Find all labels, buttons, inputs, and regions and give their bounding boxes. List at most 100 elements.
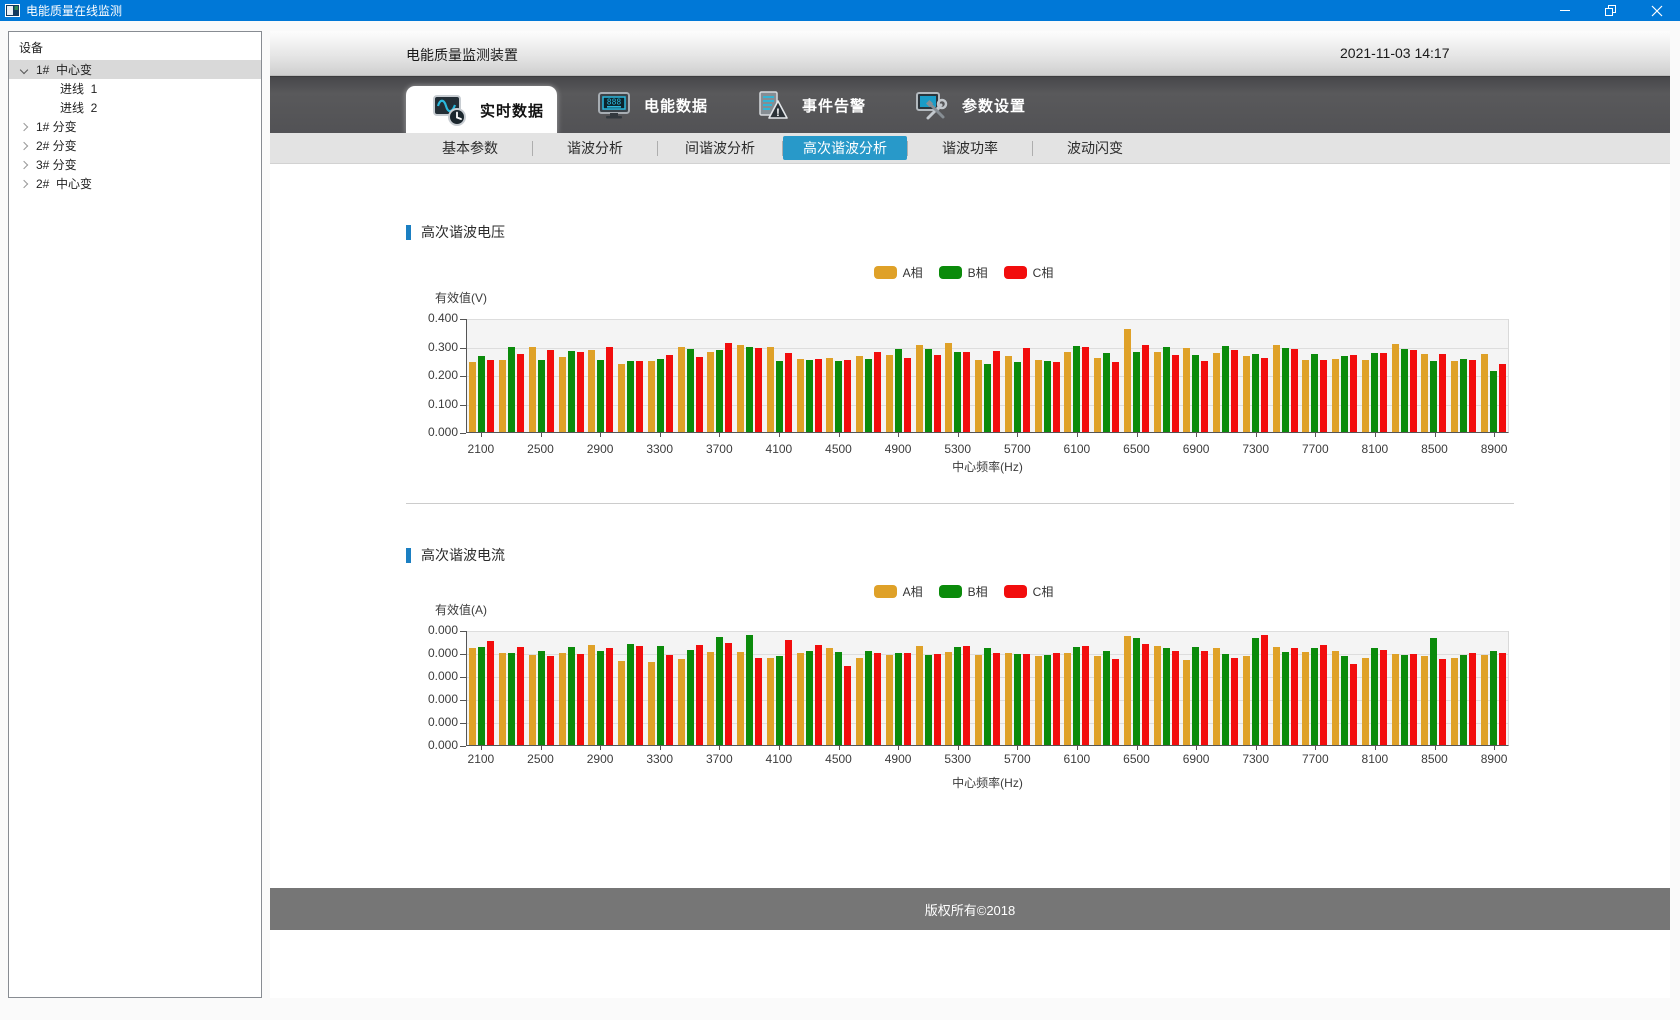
bar-phase-a [1213, 353, 1220, 432]
tree-item[interactable]: 3# 分变 [9, 155, 261, 174]
bar-phase-c [636, 361, 643, 432]
subtab-1[interactable]: 基本参数 [408, 136, 532, 160]
bar-group [973, 319, 1003, 432]
close-button[interactable] [1634, 0, 1680, 21]
bar-phase-b [597, 360, 604, 432]
tree-item[interactable]: 进线 1 [9, 79, 261, 98]
x-tick-mark [1256, 746, 1257, 750]
bar-group [1479, 631, 1509, 745]
subtab-4[interactable]: 高次谐波分析 [783, 136, 907, 160]
tree-item[interactable]: 1# 分变 [9, 117, 261, 136]
tree-item-label: 进线 1 [60, 80, 97, 97]
bar-group [854, 319, 884, 432]
bar-group [1003, 319, 1033, 432]
bar-phase-b [1341, 356, 1348, 432]
bar-phase-a [1243, 656, 1250, 745]
restore-button[interactable] [1588, 0, 1634, 21]
bar-phase-b [716, 637, 723, 745]
bar-phase-c [815, 645, 822, 745]
main-tab-1[interactable]: 实时数据 [406, 86, 557, 134]
bar-phase-c [963, 352, 970, 432]
bar-phase-b [1341, 656, 1348, 745]
chevron-down-icon[interactable] [20, 65, 28, 73]
bar-phase-a [1035, 656, 1042, 745]
x-tick-mark [1256, 433, 1257, 437]
bar-phase-a [648, 361, 655, 432]
bar-phase-b [1133, 352, 1140, 432]
bar-phase-a [916, 345, 923, 432]
bar-phase-a [1124, 329, 1131, 432]
x-tick-mark [541, 433, 542, 437]
bar-phase-b [1252, 354, 1259, 432]
chevron-right-icon[interactable] [20, 122, 28, 130]
bar-phase-b [954, 352, 961, 432]
bar-phase-b [1430, 638, 1437, 745]
x-tick-mark [600, 433, 601, 437]
chevron-right-icon[interactable] [20, 179, 28, 187]
x-tick-mark [481, 746, 482, 750]
bar-phase-a [1392, 344, 1399, 432]
bar-phase-b [1460, 655, 1467, 745]
tree-item[interactable]: 1# 中心变 [9, 60, 261, 79]
legend-swatch [874, 266, 897, 279]
x-tick-mark [1017, 746, 1018, 750]
bar-phase-b [1282, 652, 1289, 745]
x-tick-mark [660, 433, 661, 437]
main-tab-2[interactable]: 888电能数据 [570, 77, 708, 134]
bar-phase-b [627, 361, 634, 432]
title-bar: 电能质量在线监测 [0, 0, 1680, 21]
bar-phase-b [1014, 362, 1021, 432]
bar-phase-a [1183, 660, 1190, 745]
subtab-3[interactable]: 间谐波分析 [658, 136, 782, 160]
bar-phase-a [767, 347, 774, 432]
bar-phase-a [1481, 354, 1488, 432]
subtab-6[interactable]: 波动闪变 [1033, 136, 1157, 160]
bar-phase-a [1064, 352, 1071, 432]
bar-phase-a [618, 661, 625, 745]
subtab-5[interactable]: 谐波功率 [908, 136, 1032, 160]
legend-swatch [939, 585, 962, 598]
bar-phase-a [1362, 360, 1369, 432]
bar-phase-c [487, 641, 494, 745]
main-tab-4[interactable]: 参数设置 [888, 77, 1026, 134]
bar-group [705, 319, 735, 432]
chevron-right-icon[interactable] [20, 160, 28, 168]
bar-group [765, 631, 795, 745]
section-title-text: 高次谐波电压 [421, 222, 505, 242]
legend-label: A相 [903, 264, 923, 281]
bar-group [913, 319, 943, 432]
bar-phase-c [1142, 644, 1149, 745]
main-tab-label: 参数设置 [962, 95, 1026, 116]
bar-phase-c [1082, 347, 1089, 432]
section-marker-icon [406, 225, 411, 240]
device-panel: 设备 1# 中心变进线 1进线 21# 分变2# 分变3# 分变2# 中心变 [8, 31, 262, 998]
x-tick-mark [1017, 433, 1018, 437]
bar-group [765, 319, 795, 432]
legend-item: C相 [1004, 264, 1054, 281]
minimize-button[interactable] [1542, 0, 1588, 21]
bar-phase-c [874, 352, 881, 432]
y-tick-label: 0.000 [388, 692, 458, 706]
tree-item[interactable]: 进线 2 [9, 98, 261, 117]
legend-swatch [1004, 585, 1027, 598]
bar-phase-b [1371, 648, 1378, 745]
main-tab-label: 实时数据 [480, 100, 544, 121]
bar-phase-c [1469, 653, 1476, 745]
main-tab-label: 事件告警 [802, 95, 866, 116]
bar-phase-c [606, 648, 613, 745]
chevron-right-icon[interactable] [20, 141, 28, 149]
y-tick-mark [460, 746, 466, 747]
bar-phase-b [925, 349, 932, 432]
bar-phase-b [1460, 359, 1467, 432]
bar-phase-c [725, 643, 732, 745]
main-tab-3[interactable]: !事件告警 [728, 77, 866, 134]
restore-icon [1605, 5, 1617, 17]
x-tick-mark [1375, 746, 1376, 750]
bar-phase-a [1124, 636, 1131, 745]
tree-item-label: 进线 2 [60, 99, 97, 116]
bar-phase-c [1291, 349, 1298, 432]
tree-item[interactable]: 2# 分变 [9, 136, 261, 155]
tree-item[interactable]: 2# 中心变 [9, 174, 261, 193]
x-tick-mark [1196, 433, 1197, 437]
subtab-2[interactable]: 谐波分析 [533, 136, 657, 160]
